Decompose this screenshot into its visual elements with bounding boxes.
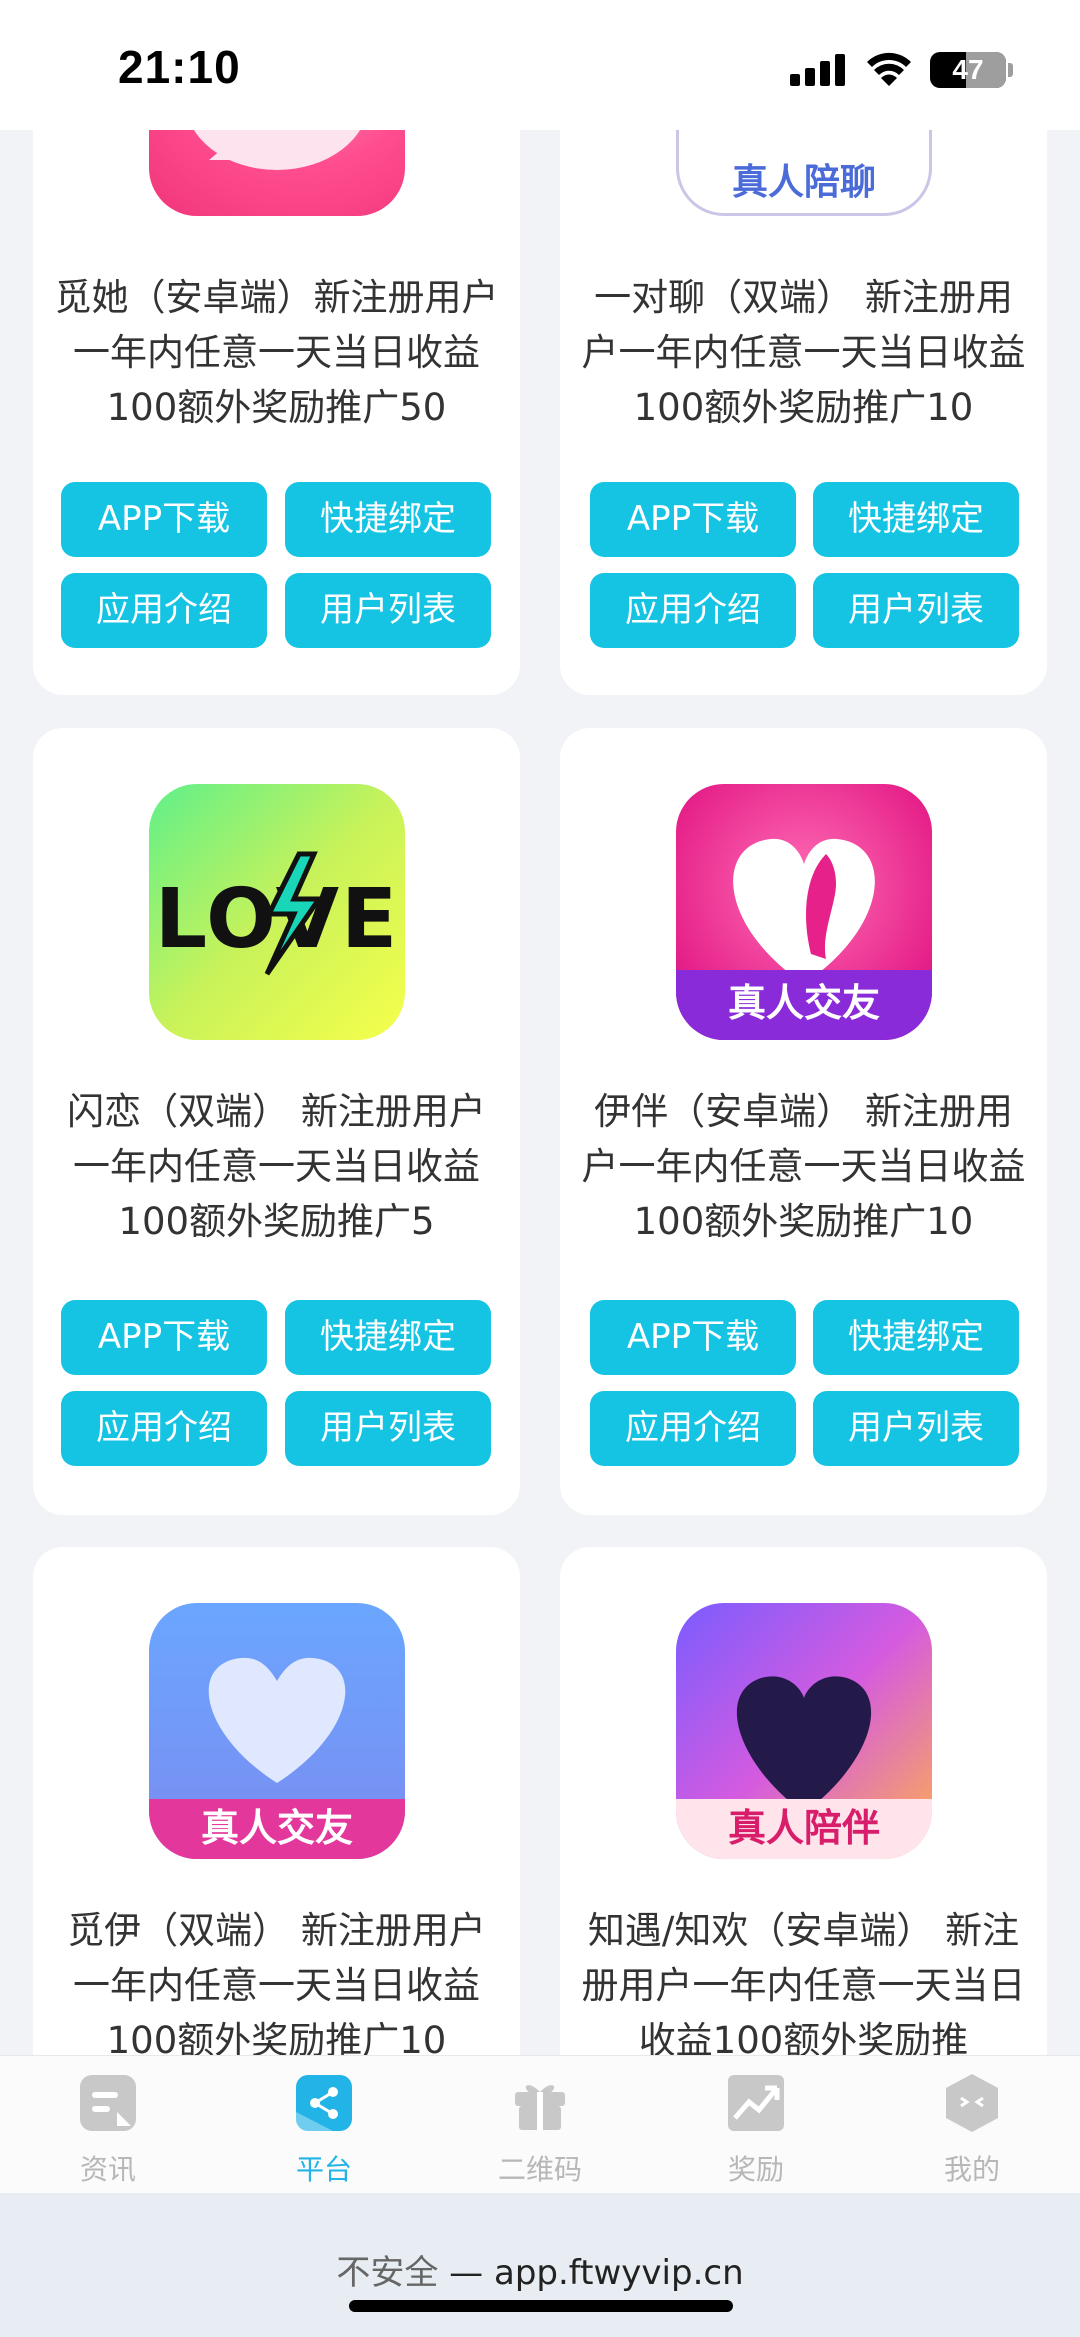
- news-icon: [80, 2075, 136, 2131]
- url-display[interactable]: 不安全 — app.ftwyvip.cn: [0, 2245, 1080, 2294]
- battery-cap: [1008, 63, 1013, 77]
- quick-bind-button[interactable]: 快捷绑定: [813, 1300, 1019, 1375]
- tab-label: 二维码: [497, 2153, 582, 2186]
- share-icon: [296, 2075, 352, 2131]
- browser-address-bar[interactable]: 不安全 — app.ftwyvip.cn: [0, 2193, 1080, 2337]
- app-card: 真人陪聊 一对聊（双端） 新注册用户一年内任意一天当日收益100额外奖励推广10…: [560, 0, 1047, 695]
- app-intro-button[interactable]: 应用介绍: [61, 573, 267, 648]
- profile-hex-icon: [946, 2074, 998, 2132]
- icon-label: 真人陪伴: [727, 1806, 880, 1850]
- tab-label: 我的: [943, 2153, 1000, 2186]
- app-card: LOVE 闪恋（双端） 新注册用户一年内任意一天当日收益100额外奖励推广5 A…: [33, 728, 520, 1515]
- insecure-label: 不安全: [336, 2253, 439, 2293]
- app-download-button[interactable]: APP下载: [61, 1300, 267, 1375]
- user-list-button[interactable]: 用户列表: [285, 1391, 491, 1466]
- cellular-signal-icon: [790, 52, 846, 86]
- app-intro-button[interactable]: 应用介绍: [590, 573, 796, 648]
- quick-bind-button[interactable]: 快捷绑定: [285, 1300, 491, 1375]
- app-description: 觅她（安卓端）新注册用户一年内任意一天当日收益100额外奖励推广50: [54, 276, 499, 429]
- quick-bind-button[interactable]: 快捷绑定: [285, 482, 491, 557]
- yiban-app-icon[interactable]: 真人交友: [676, 784, 932, 1040]
- app-screen: 觅她（安卓端）新注册用户一年内任意一天当日收益100额外奖励推广50 APP下载…: [0, 0, 1080, 2337]
- app-description: 闪恋（双端） 新注册用户一年内任意一天当日收益100额外奖励推广5: [67, 1090, 486, 1243]
- app-description: 觅伊（双端） 新注册用户一年内任意一天当日收益100额外奖励推广10: [67, 1909, 486, 2055]
- tab-mine[interactable]: 我的: [864, 2056, 1080, 2194]
- tab-label: 平台: [295, 2153, 352, 2186]
- love-app-icon[interactable]: LOVE: [149, 784, 405, 1040]
- tab-news[interactable]: 资讯: [0, 2056, 216, 2194]
- gift-icon: [515, 2085, 565, 2130]
- icon-label: 真人陪聊: [731, 162, 876, 203]
- url-separator: —: [449, 2253, 484, 2293]
- app-card: 真人交友 觅伊（双端） 新注册用户一年内任意一天当日收益100额外奖励推广10: [33, 1547, 520, 2055]
- tab-label: 奖励: [727, 2153, 784, 2186]
- app-description: 一对聊（双端） 新注册用户一年内任意一天当日收益100额外奖励推广10: [581, 276, 1026, 429]
- bottom-tab-bar: 资讯 平台 二维码 奖励 我的: [0, 2055, 1080, 2193]
- tab-rewards[interactable]: 奖励: [648, 2056, 864, 2194]
- app-download-button[interactable]: APP下载: [61, 482, 267, 557]
- chart-icon: [728, 2075, 784, 2131]
- home-indicator[interactable]: [349, 2300, 733, 2312]
- lightning-icon: [264, 851, 324, 976]
- app-intro-button[interactable]: 应用介绍: [61, 1391, 267, 1466]
- app-download-button[interactable]: APP下载: [590, 482, 796, 557]
- quick-bind-button[interactable]: 快捷绑定: [813, 482, 1019, 557]
- zhiyu-app-icon[interactable]: 真人陪伴: [676, 1603, 932, 1859]
- miyi-app-icon[interactable]: 真人交友: [149, 1603, 405, 1859]
- icon-label: 真人交友: [727, 981, 880, 1025]
- icon-label: 真人交友: [200, 1806, 353, 1850]
- app-card: 真人陪伴 知遇/知欢（安卓端） 新注册用户一年内任意一天当日收益100额外奖励推: [560, 1547, 1047, 2055]
- app-description: 知遇/知欢（安卓端） 新注册用户一年内任意一天当日收益100额外奖励推: [581, 1909, 1026, 2055]
- tab-qrcode[interactable]: 二维码: [432, 2056, 648, 2194]
- wifi-icon: [867, 52, 911, 86]
- app-intro-button[interactable]: 应用介绍: [590, 1391, 796, 1466]
- status-time: 21:10: [118, 41, 241, 93]
- battery-icon: 47: [930, 52, 1006, 88]
- battery-percentage: 47: [952, 54, 984, 85]
- app-card: 真人交友 伊伴（安卓端） 新注册用户一年内任意一天当日收益100额外奖励推广10…: [560, 728, 1047, 1515]
- tab-label: 资讯: [79, 2153, 136, 2186]
- user-list-button[interactable]: 用户列表: [813, 573, 1019, 648]
- status-bar: 21:10 47: [0, 0, 1080, 130]
- app-download-button[interactable]: APP下载: [590, 1300, 796, 1375]
- app-card: 觅她（安卓端）新注册用户一年内任意一天当日收益100额外奖励推广50 APP下载…: [33, 0, 520, 695]
- user-list-button[interactable]: 用户列表: [285, 573, 491, 648]
- tab-platform[interactable]: 平台: [216, 2056, 432, 2194]
- url-host: app.ftwyvip.cn: [493, 2253, 744, 2293]
- user-list-button[interactable]: 用户列表: [813, 1391, 1019, 1466]
- platform-list[interactable]: 觅她（安卓端）新注册用户一年内任意一天当日收益100额外奖励推广50 APP下载…: [0, 0, 1080, 2055]
- app-description: 伊伴（安卓端） 新注册用户一年内任意一天当日收益100额外奖励推广10: [581, 1090, 1026, 1243]
